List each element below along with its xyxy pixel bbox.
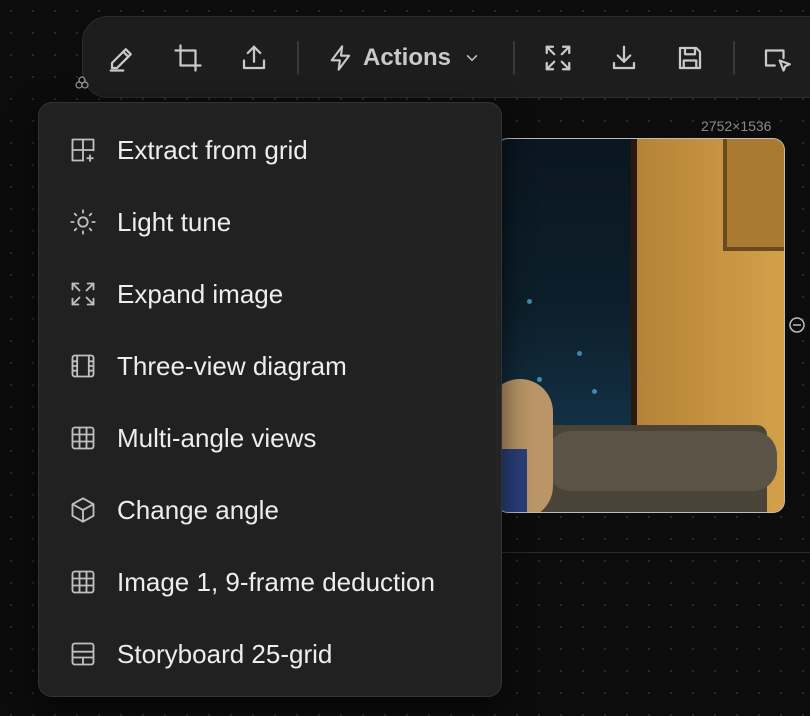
- menu-item-label: Image 1, 9-frame deduction: [117, 566, 435, 597]
- menu-item-nine-frame-deduction[interactable]: Image 1, 9-frame deduction: [39, 552, 501, 612]
- menu-item-label: Change angle: [117, 494, 279, 525]
- crop-icon[interactable]: [171, 41, 205, 75]
- expand-arrows-icon: [69, 280, 97, 308]
- menu-item-label: Expand image: [117, 278, 284, 309]
- image-dimensions: 2752×1536: [701, 118, 772, 134]
- menu-item-light-tune[interactable]: Light tune: [39, 192, 501, 252]
- actions-dropdown[interactable]: Actions: [327, 41, 481, 75]
- add-to-frame-icon[interactable]: [759, 41, 793, 75]
- menu-item-label: Storyboard 25-grid: [117, 638, 333, 669]
- node-icon: [74, 75, 90, 91]
- menu-item-three-view-diagram[interactable]: Three-view diagram: [39, 336, 501, 396]
- upload-icon[interactable]: [237, 41, 271, 75]
- menu-item-label: Multi-angle views: [117, 422, 317, 453]
- menu-item-label: Extract from grid: [117, 134, 308, 165]
- sun-icon: [69, 208, 97, 236]
- cube-icon: [69, 496, 97, 524]
- image-preview[interactable]: [496, 138, 785, 513]
- lightning-icon: [330, 45, 351, 71]
- menu-item-label: Three-view diagram: [117, 350, 347, 381]
- grid-icon: [69, 568, 97, 596]
- menu-item-extract-from-grid[interactable]: Extract from grid: [39, 120, 501, 180]
- layout-icon: [69, 640, 97, 668]
- menu-item-storyboard-25-grid[interactable]: Storyboard 25-grid: [39, 624, 501, 684]
- image-sofa-back: [547, 431, 777, 491]
- menu-item-multi-angle-views[interactable]: Multi-angle views: [39, 408, 501, 468]
- film-icon: [69, 352, 97, 380]
- grid-icon: [69, 424, 97, 452]
- panel-divider: [496, 552, 810, 553]
- pencil-icon[interactable]: [105, 41, 139, 75]
- toolbar-divider: [297, 41, 299, 75]
- actions-menu: Extract from grid Light tune Expand imag…: [38, 102, 502, 697]
- save-icon[interactable]: [673, 41, 707, 75]
- toolbar-divider: [733, 41, 735, 75]
- image-picture-frame: [723, 139, 784, 251]
- menu-item-expand-image[interactable]: Expand image: [39, 264, 501, 324]
- toolbar-divider: [513, 41, 515, 75]
- menu-item-label: Light tune: [117, 206, 232, 237]
- image-toolbar: Actions: [82, 16, 810, 98]
- actions-label: Actions: [363, 44, 452, 71]
- download-icon[interactable]: [607, 41, 641, 75]
- grid-plus-icon: [69, 136, 97, 164]
- expand-icon[interactable]: [541, 41, 575, 75]
- connect-handle-icon[interactable]: [788, 316, 806, 334]
- chevron-down-icon: [466, 55, 478, 62]
- menu-item-change-angle[interactable]: Change angle: [39, 480, 501, 540]
